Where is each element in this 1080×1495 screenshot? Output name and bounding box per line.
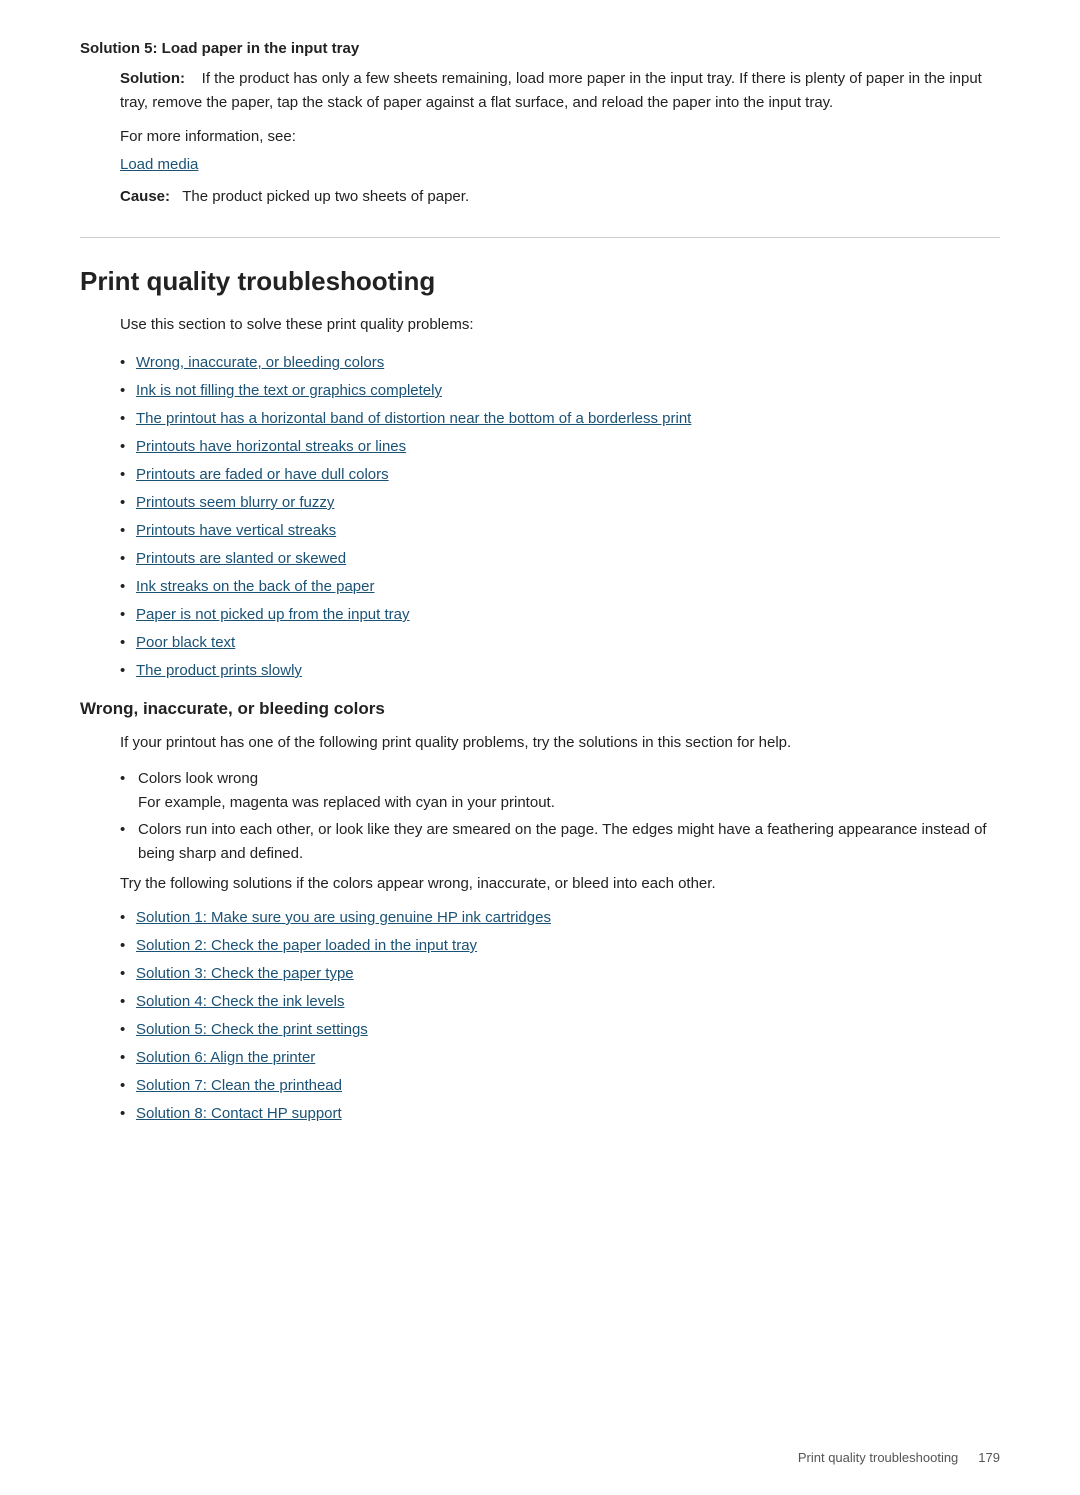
solution5-body: Solution: If the product has only a few …: [120, 67, 1000, 209]
pq-link-4[interactable]: Printouts are faded or have dull colors: [136, 466, 389, 483]
for-more-text: For more information, see:: [120, 125, 1000, 149]
section-title: Print quality troubleshooting: [80, 266, 1000, 297]
solution-item: Solution 2: Check the paper loaded in th…: [120, 934, 1000, 958]
solution-link-3[interactable]: Solution 4: Check the ink levels: [136, 993, 344, 1010]
solution-item: Solution 3: Check the paper type: [120, 962, 1000, 986]
pq-link-item: The product prints slowly: [120, 659, 1000, 683]
pq-link-5[interactable]: Printouts seem blurry or fuzzy: [136, 494, 334, 511]
pq-intro: Use this section to solve these print qu…: [120, 313, 1000, 337]
solution-item: Solution 6: Align the printer: [120, 1046, 1000, 1070]
cause-text: The product picked up two sheets of pape…: [182, 188, 469, 205]
page-container: Solution 5: Load paper in the input tray…: [0, 0, 1080, 1202]
pq-link-item: The printout has a horizontal band of di…: [120, 407, 1000, 431]
bullet1-sub: For example, magenta was replaced with c…: [138, 794, 555, 811]
solution-item: Solution 8: Contact HP support: [120, 1102, 1000, 1126]
pq-link-item: Poor black text: [120, 631, 1000, 655]
footer-label: Print quality troubleshooting: [798, 1450, 958, 1465]
pq-link-item: Ink is not filling the text or graphics …: [120, 379, 1000, 403]
solutions-list: Solution 1: Make sure you are using genu…: [120, 906, 1000, 1126]
wrong-colors-heading: Wrong, inaccurate, or bleeding colors: [80, 699, 1000, 719]
solution-link-6[interactable]: Solution 7: Clean the printhead: [136, 1077, 342, 1094]
pq-link-3[interactable]: Printouts have horizontal streaks or lin…: [136, 438, 406, 455]
pq-link-item: Printouts are slanted or skewed: [120, 547, 1000, 571]
solution-item: Solution 4: Check the ink levels: [120, 990, 1000, 1014]
pq-link-2[interactable]: The printout has a horizontal band of di…: [136, 410, 691, 427]
cause-line: Cause: The product picked up two sheets …: [120, 185, 1000, 209]
solution-item: Solution 5: Check the print settings: [120, 1018, 1000, 1042]
solution-label: Solution:: [120, 70, 185, 87]
print-quality-section: Print quality troubleshooting Use this s…: [80, 266, 1000, 683]
solution-item: Solution 7: Clean the printhead: [120, 1074, 1000, 1098]
pq-links-list: Wrong, inaccurate, or bleeding colors Ink…: [120, 351, 1000, 683]
pq-link-item: Ink streaks on the back of the paper: [120, 575, 1000, 599]
wrong-colors-section: Wrong, inaccurate, or bleeding colors If…: [80, 699, 1000, 1126]
pq-link-item: Paper is not picked up from the input tr…: [120, 603, 1000, 627]
pq-link-8[interactable]: Ink streaks on the back of the paper: [136, 578, 374, 595]
pq-link-11[interactable]: The product prints slowly: [136, 662, 302, 679]
pq-link-item: Printouts seem blurry or fuzzy: [120, 491, 1000, 515]
pq-link-item: Printouts have horizontal streaks or lin…: [120, 435, 1000, 459]
wrong-colors-intro: If your printout has one of the followin…: [120, 731, 1000, 755]
solution-link-7[interactable]: Solution 8: Contact HP support: [136, 1105, 342, 1122]
solution-link-1[interactable]: Solution 2: Check the paper loaded in th…: [136, 937, 477, 954]
section-divider: [80, 237, 1000, 238]
solution5-heading: Solution 5: Load paper in the input tray: [80, 40, 1000, 57]
solution-link-4[interactable]: Solution 5: Check the print settings: [136, 1021, 368, 1038]
page-footer: Print quality troubleshooting 179: [798, 1450, 1000, 1465]
wrong-colors-intro-text: If your printout has one of the followin…: [120, 731, 1000, 755]
pq-link-1[interactable]: Ink is not filling the text or graphics …: [136, 382, 442, 399]
pq-link-6[interactable]: Printouts have vertical streaks: [136, 522, 336, 539]
pq-link-item: Printouts are faded or have dull colors: [120, 463, 1000, 487]
load-media-link[interactable]: Load media: [120, 156, 198, 173]
pq-link-item: Wrong, inaccurate, or bleeding colors: [120, 351, 1000, 375]
solution-link-5[interactable]: Solution 6: Align the printer: [136, 1049, 315, 1066]
try-text: Try the following solutions if the color…: [120, 872, 1000, 896]
top-solution-section: Solution 5: Load paper in the input tray…: [80, 40, 1000, 209]
wrong-colors-bullet1: Colors look wrong For example, magenta w…: [120, 767, 1000, 815]
bullet2-main: Colors run into each other, or look like…: [138, 821, 987, 862]
pq-link-0[interactable]: Wrong, inaccurate, or bleeding colors: [136, 354, 384, 371]
pq-link-10[interactable]: Poor black text: [136, 634, 235, 651]
pq-link-item: Printouts have vertical streaks: [120, 519, 1000, 543]
pq-link-7[interactable]: Printouts are slanted or skewed: [136, 550, 346, 567]
solution-link-0[interactable]: Solution 1: Make sure you are using genu…: [136, 909, 551, 926]
solution-link-2[interactable]: Solution 3: Check the paper type: [136, 965, 354, 982]
bullet1-main: Colors look wrong: [138, 770, 258, 787]
solution5-text: If the product has only a few sheets rem…: [120, 70, 982, 111]
cause-label: Cause:: [120, 188, 170, 205]
pq-link-9[interactable]: Paper is not picked up from the input tr…: [136, 606, 409, 623]
wrong-colors-bullets: Colors look wrong For example, magenta w…: [120, 767, 1000, 866]
footer-page: 179: [978, 1450, 1000, 1465]
solution-item: Solution 1: Make sure you are using genu…: [120, 906, 1000, 930]
wrong-colors-bullet2: Colors run into each other, or look like…: [120, 818, 1000, 866]
